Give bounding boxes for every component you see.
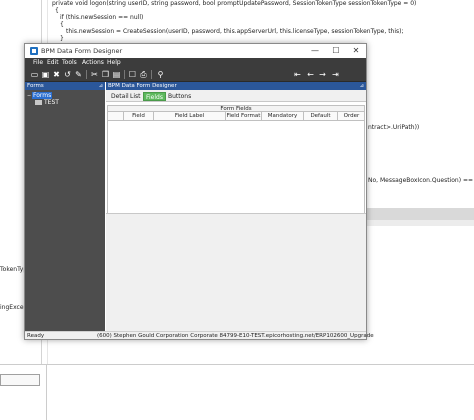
code-line: private void logon(string userID, string… <box>52 0 417 7</box>
toolbar-separator <box>151 70 152 79</box>
close-button[interactable]: ✕ <box>350 46 362 56</box>
minimize-button[interactable]: — <box>309 46 321 56</box>
editor-bottom-input[interactable] <box>0 374 40 386</box>
tree-node-test-label: TEST <box>44 99 59 106</box>
tree-node-test[interactable]: TEST <box>35 99 59 106</box>
delete-icon[interactable]: ✖ <box>52 70 61 79</box>
maximize-button[interactable]: ☐ <box>330 46 342 56</box>
code-line: { <box>60 21 64 28</box>
lower-pane <box>106 213 366 331</box>
editor-side-bar <box>366 208 474 220</box>
designer-panel-header: BPM Data Form Designer ⊿ <box>106 82 366 90</box>
code-line: if (this.newSession == null) <box>60 14 144 21</box>
menu-file[interactable]: File <box>33 59 43 66</box>
clear-icon[interactable]: ✎ <box>74 70 83 79</box>
new-icon[interactable]: ▭ <box>30 70 39 79</box>
menu-bar: File Edit Tools Actions Help <box>25 58 366 67</box>
column-mandatory[interactable]: Mandatory <box>262 112 304 120</box>
next-record-icon[interactable]: → <box>318 70 327 79</box>
menu-tools[interactable]: Tools <box>62 59 77 66</box>
cut-icon[interactable]: ✂ <box>90 70 99 79</box>
bpm-data-form-designer-window[interactable]: BPM Data Form Designer — ☐ ✕ File Edit T… <box>24 43 374 340</box>
code-line: { <box>55 7 59 14</box>
tab-buttons[interactable]: Buttons <box>166 92 193 101</box>
copy-icon[interactable]: ❐ <box>101 70 110 79</box>
search-icon[interactable]: ⚲ <box>156 70 165 79</box>
code-fragment: No, MessageBoxIcon.Question) == Dialo <box>368 177 474 184</box>
pin-icon[interactable]: ⊿ <box>99 82 103 90</box>
tab-list[interactable]: List <box>128 92 143 101</box>
window-titlebar[interactable]: BPM Data Form Designer — ☐ ✕ <box>25 44 366 58</box>
tree-node-forms[interactable]: − Forms <box>27 92 53 99</box>
tab-fields[interactable]: Fields <box>143 92 166 101</box>
editor-bottom-divider <box>46 364 47 420</box>
folder-icon <box>35 100 42 105</box>
print-icon[interactable]: ⎙ <box>139 70 148 79</box>
editor-side-bar-lower <box>366 220 474 226</box>
row-selector-header <box>108 112 124 120</box>
code-line: this.newSession = CreateSession(userID, … <box>66 28 404 35</box>
toolbar-separator <box>124 70 125 79</box>
designer-panel-title: BPM Data Form Designer <box>108 83 177 89</box>
forms-panel: Forms ⊿ − Forms TEST <box>25 82 105 331</box>
column-field-label[interactable]: Field Label <box>154 112 226 120</box>
grid-title: Form Fields <box>107 105 365 112</box>
status-connection-info: (600) Stephen Gould Corporation Corporat… <box>97 333 374 339</box>
menu-help[interactable]: Help <box>107 59 121 66</box>
status-ready: Ready <box>27 333 45 339</box>
tab-strip: Detail List Fields Buttons <box>106 90 366 102</box>
designer-panel: BPM Data Form Designer ⊿ Detail List Fie… <box>106 82 366 331</box>
toolbar-separator <box>86 70 87 79</box>
column-field[interactable]: Field <box>124 112 154 120</box>
first-record-icon[interactable]: ⇤ <box>293 70 302 79</box>
editor-bottom-panel <box>0 364 474 420</box>
previous-record-icon[interactable]: ← <box>306 70 315 79</box>
toolbar: ▭ ▣ ✖ ↺ ✎ ✂ ❐ ▤ ☐ ⎙ ⚲ ⇤ ← → ⇥ <box>25 67 366 82</box>
status-bar: Ready (600) Stephen Gould Corporation Co… <box>25 331 374 339</box>
code-line: } <box>60 35 64 42</box>
grid-body[interactable] <box>107 121 365 213</box>
code-fragment: ntract>.UriPath)) <box>368 124 420 131</box>
column-field-format[interactable]: Field Format <box>226 112 262 120</box>
column-order[interactable]: Order <box>338 112 365 120</box>
paste-icon[interactable]: ▤ <box>112 70 121 79</box>
save-icon[interactable]: ▣ <box>41 70 50 79</box>
window-title: BPM Data Form Designer <box>41 47 123 55</box>
menu-actions[interactable]: Actions <box>82 59 104 66</box>
menu-edit[interactable]: Edit <box>47 59 59 66</box>
undo-icon[interactable]: ↺ <box>63 70 72 79</box>
forms-panel-title: Forms <box>27 83 44 89</box>
column-default[interactable]: Default <box>304 112 338 120</box>
attach-icon[interactable]: ☐ <box>128 70 137 79</box>
form-fields-grid[interactable]: Form Fields Field Field Label Field Form… <box>106 102 366 331</box>
grid-header-row: Field Field Label Field Format Mandatory… <box>107 112 365 121</box>
app-icon <box>30 47 38 55</box>
forms-panel-header: Forms ⊿ <box>25 82 105 90</box>
last-record-icon[interactable]: ⇥ <box>331 70 340 79</box>
pin-icon[interactable]: ⊿ <box>360 82 364 90</box>
tree-node-forms-label: Forms <box>32 92 53 99</box>
